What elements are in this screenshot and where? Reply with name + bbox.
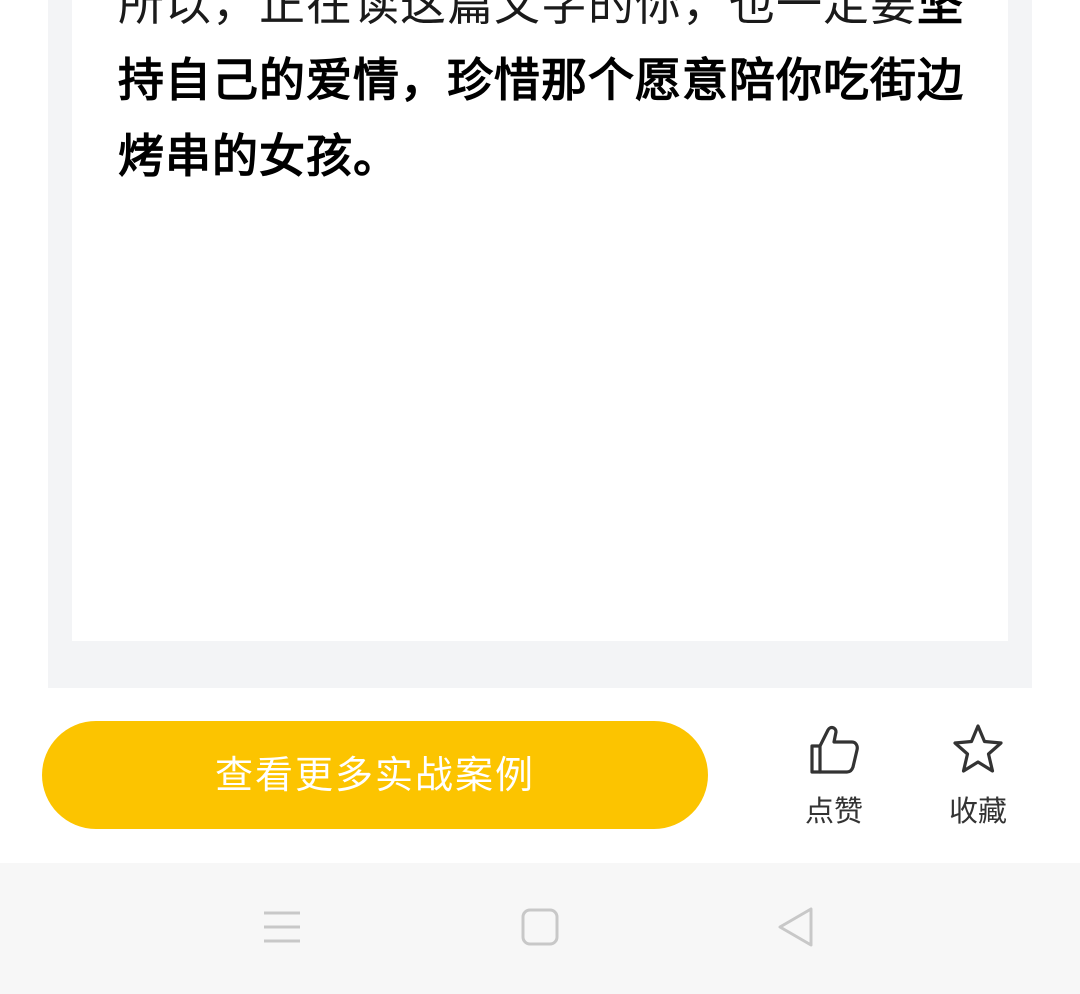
favorite-button[interactable]: 收藏	[923, 718, 1033, 838]
system-navigation-bar	[0, 863, 1080, 994]
nav-home-button[interactable]	[490, 863, 590, 994]
favorite-label: 收藏	[948, 794, 1007, 828]
nav-back-button[interactable]	[746, 863, 846, 994]
article-text-bold-line3: 烤串的女孩。	[118, 129, 400, 183]
article-text-normal: 所以，正在读这篇文字的你，也一定要	[118, 0, 917, 31]
thumbs-up-icon	[779, 722, 889, 778]
article-text-bold-start: 坚	[917, 0, 964, 31]
nav-menu-button[interactable]	[232, 863, 332, 994]
triangle-back-icon	[776, 906, 816, 952]
article-text-bold-line2: 持自己的爱情，珍惜那个愿意陪你吃街边	[118, 53, 964, 107]
like-button[interactable]: 点赞	[779, 718, 889, 838]
star-icon	[923, 722, 1033, 778]
menu-icon	[262, 909, 302, 949]
square-home-icon	[520, 907, 560, 951]
view-more-cases-button[interactable]: 查看更多实战案例	[42, 721, 708, 829]
article-paragraph: 所以，正在读这篇文字的你，也一定要坚持自己的爱情，珍惜那个愿意陪你吃街边 烤串的女…	[118, 0, 968, 194]
like-label: 点赞	[804, 794, 863, 828]
article-card: 所以，正在读这篇文字的你，也一定要坚持自己的爱情，珍惜那个愿意陪你吃街边 烤串的女…	[72, 0, 1008, 641]
